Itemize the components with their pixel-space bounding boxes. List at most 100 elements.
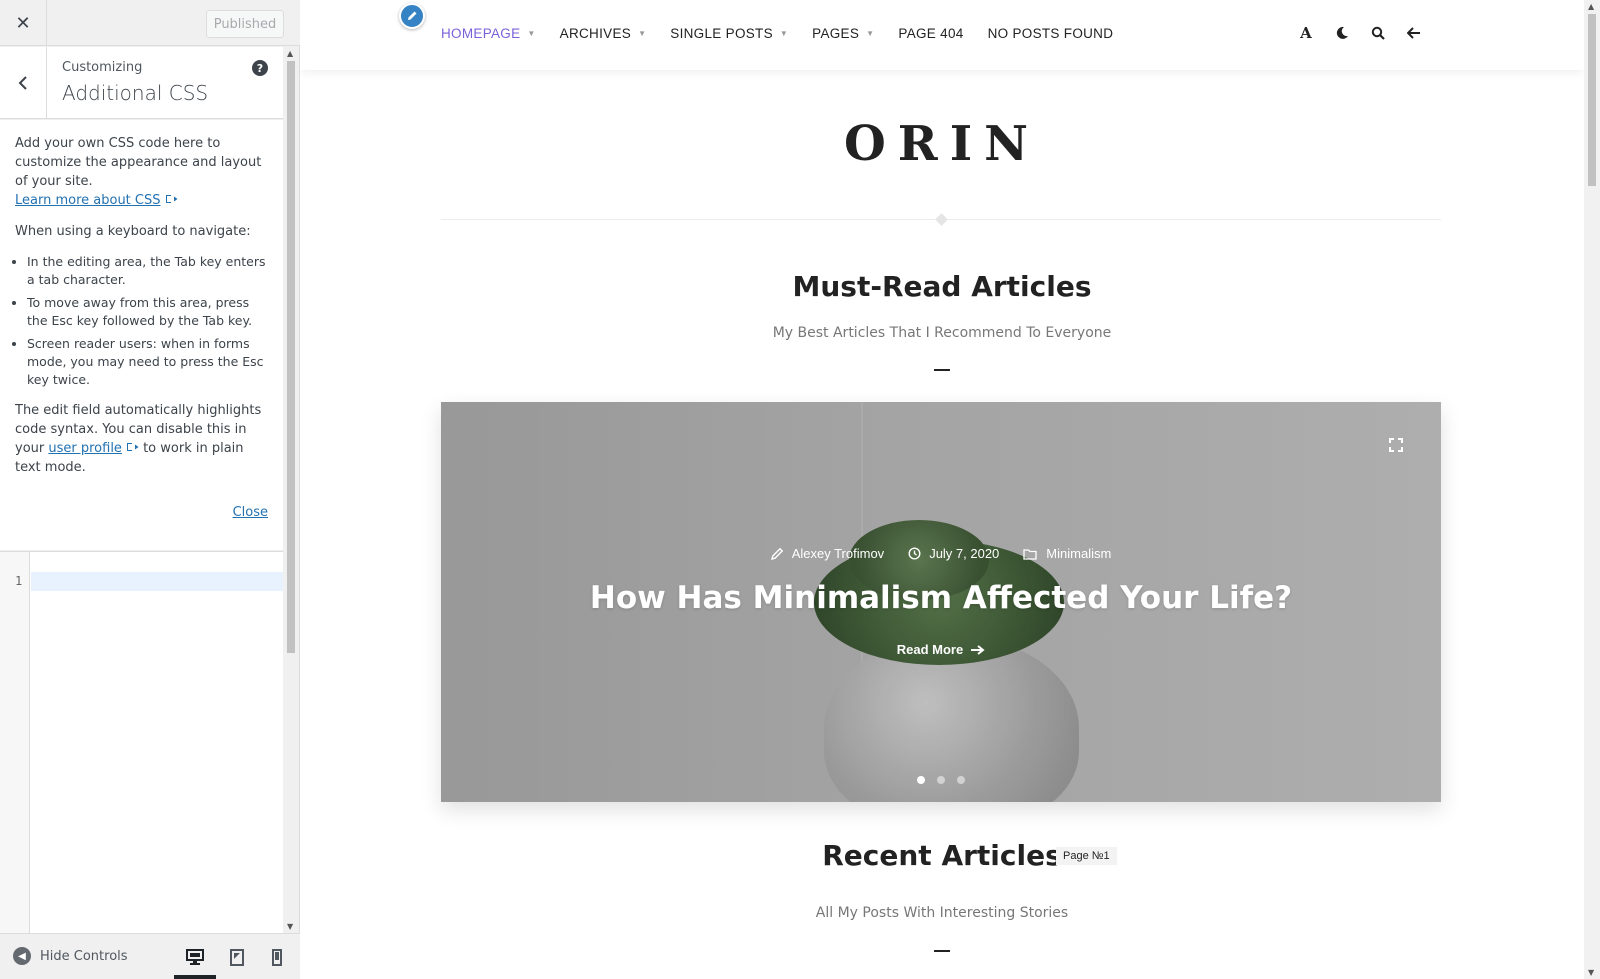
keyboard-tips-list: In the editing area, the Tab key enters … (27, 253, 268, 389)
must-read-title: Must-Read Articles (792, 270, 1092, 303)
preview-desktop-button[interactable] (182, 944, 208, 970)
read-more-link[interactable]: Read More (441, 642, 1441, 657)
recent-articles-subtitle: All My Posts With Interesting Stories (815, 905, 1069, 921)
slider-dot[interactable] (957, 776, 965, 784)
slider-dot[interactable] (917, 776, 925, 784)
section-header: Customizing Additional CSS ? (0, 47, 283, 119)
moon-icon (1336, 26, 1348, 39)
chevron-down-icon: ▼ (866, 29, 875, 38)
list-item: To move away from this area, press the E… (27, 294, 268, 330)
read-more-label: Read More (896, 642, 964, 657)
editor-gutter (0, 552, 30, 933)
author-name: Alexey Trofimov (791, 546, 885, 561)
active-line[interactable] (31, 572, 283, 591)
back-arrow-button[interactable] (1405, 24, 1423, 42)
recent-articles-title: Recent Articles (822, 839, 1062, 872)
nav-label: HOMEPAGE (441, 26, 521, 41)
learn-more-link[interactable]: Learn more about CSS (15, 193, 161, 208)
post-date: July 7, 2020 (929, 546, 1000, 561)
mobile-icon (272, 948, 282, 966)
nav-item-single-posts[interactable]: SINGLE POSTS ▼ (670, 26, 788, 41)
nav-label: ARCHIVES (559, 26, 632, 41)
page-number-badge: Page №1 (1056, 847, 1117, 865)
section-dash (934, 950, 950, 952)
preview-mobile-button[interactable] (264, 944, 290, 970)
slider-dot[interactable] (937, 776, 945, 784)
slide-meta: Alexey Trofimov July 7, 2020 Minimalism (441, 546, 1441, 561)
publish-button[interactable]: Published (206, 10, 284, 38)
preview-scrollbar[interactable]: ▲ ▼ (1584, 0, 1600, 979)
nav-item-page-404[interactable]: PAGE 404 (898, 26, 963, 41)
slider-pagination (441, 776, 1441, 784)
chevron-down-icon: ▼ (779, 29, 789, 38)
desktop-icon (186, 949, 204, 965)
customizer-panel: Customizing Additional CSS ? Add your ow… (0, 47, 283, 933)
css-code-editor[interactable]: 1 (0, 551, 283, 933)
arrow-right-icon (971, 644, 985, 655)
category-name: Minimalism (1046, 546, 1112, 561)
help-icon[interactable]: ? (252, 60, 268, 76)
nav-label: PAGE 404 (898, 26, 964, 41)
font-size-button[interactable]: A (1297, 24, 1315, 42)
scroll-up-icon[interactable]: ▲ (1588, 2, 1594, 11)
must-read-subtitle: My Best Articles That I Recommend To Eve… (772, 325, 1112, 341)
line-number: 1 (15, 574, 23, 588)
site-preview: HOMEPAGE ▼ ARCHIVES ▼ SINGLE POSTS ▼ PAGES ▼… (300, 0, 1600, 979)
sidebar-scrollbar-thumb[interactable] (287, 61, 295, 653)
hide-controls-label: Hide Controls (40, 948, 128, 964)
nav-item-homepage[interactable]: HOMEPAGE ▼ (441, 26, 536, 41)
header-tools: A (1297, 24, 1441, 42)
close-description-link[interactable]: Close (233, 503, 268, 522)
publish-button-label: Published (213, 16, 277, 32)
collapse-icon: ◀ (13, 947, 31, 965)
breadcrumb: Customizing (62, 60, 143, 75)
chevron-down-icon: ▼ (638, 29, 647, 38)
search-icon (1371, 26, 1385, 40)
customizer-sidebar: ✕ Published Customizing Additional CSS ?… (0, 0, 300, 979)
site-logo[interactable]: ORIN (300, 116, 1584, 172)
nav-label: NO POSTS FOUND (987, 26, 1114, 41)
back-button[interactable] (0, 47, 47, 119)
slide-date: July 7, 2020 (908, 546, 999, 561)
pencil-icon (408, 11, 417, 20)
highlight-paragraph: The edit field automatically highlights … (15, 401, 268, 477)
scroll-up-icon[interactable]: ▲ (287, 49, 293, 58)
expand-icon[interactable] (1389, 438, 1403, 452)
keyboard-heading: When using a keyboard to navigate: (15, 224, 251, 239)
chevron-left-icon (18, 76, 27, 90)
nav-label: SINGLE POSTS (670, 26, 773, 41)
list-item: Screen reader users: when in forms mode,… (27, 335, 268, 389)
slide-title[interactable]: How Has Minimalism Affected Your Life? (441, 580, 1441, 616)
customizer-footer: ◀ Hide Controls (0, 933, 300, 979)
scroll-down-icon[interactable]: ▼ (1588, 968, 1594, 977)
sidebar-scrollbar[interactable]: ▲ ▼ (283, 47, 299, 933)
clock-icon (908, 547, 921, 560)
section-description: Add your own CSS code here to customize … (0, 120, 283, 550)
active-device-indicator (174, 975, 216, 979)
chevron-down-icon: ▼ (527, 29, 536, 38)
pencil-icon (770, 547, 783, 560)
nav-item-no-posts-found[interactable]: NO POSTS FOUND (988, 26, 1114, 41)
dark-mode-button[interactable] (1333, 24, 1351, 42)
hide-controls-button[interactable]: ◀ Hide Controls (13, 947, 128, 965)
customizer-header: ✕ Published (0, 0, 300, 46)
close-customizer-button[interactable]: ✕ (0, 0, 47, 46)
slide-category[interactable]: Minimalism (1023, 546, 1111, 561)
arrow-left-icon (1407, 27, 1420, 39)
section-title: Additional CSS (62, 81, 209, 105)
nav-label: PAGES (812, 26, 860, 41)
section-dash (934, 369, 950, 371)
nav-item-pages[interactable]: PAGES ▼ (812, 26, 874, 41)
search-button[interactable] (1369, 24, 1387, 42)
featured-slider[interactable]: Alexey Trofimov July 7, 2020 Minimalism … (441, 402, 1441, 802)
scroll-down-icon[interactable]: ▼ (287, 922, 293, 931)
preview-scrollbar-thumb[interactable] (1588, 14, 1596, 186)
intro-text: Add your own CSS code here to customize … (15, 136, 262, 189)
nav-item-archives[interactable]: ARCHIVES ▼ (560, 26, 647, 41)
font-size-icon: A (1300, 24, 1312, 42)
slide-author[interactable]: Alexey Trofimov (770, 546, 885, 561)
user-profile-link[interactable]: user profile (48, 441, 122, 456)
edit-shortcut-button[interactable] (399, 3, 425, 29)
main-nav: HOMEPAGE ▼ ARCHIVES ▼ SINGLE POSTS ▼ PAGES ▼… (441, 26, 1137, 41)
preview-tablet-button[interactable] (224, 944, 250, 970)
